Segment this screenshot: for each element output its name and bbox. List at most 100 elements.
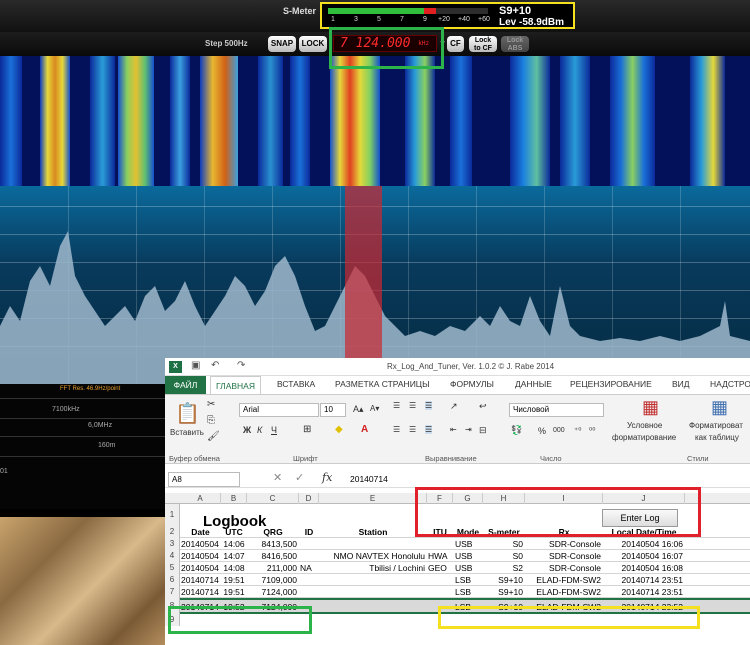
cell-date[interactable]: 20140504 xyxy=(181,562,221,574)
receive-bandwidth-marker[interactable] xyxy=(345,186,382,384)
borders-icon[interactable]: ⊞ xyxy=(303,424,311,435)
column-header[interactable]: I xyxy=(525,493,603,504)
header-cell[interactable]: Station xyxy=(319,526,427,538)
format-painter-icon[interactable]: 🖌 xyxy=(207,431,220,442)
cell-qrg[interactable]: 7109,000 xyxy=(247,574,297,586)
cell-mode[interactable]: LSB xyxy=(455,586,483,598)
lock-abs-button[interactable]: Lock ABS xyxy=(501,36,529,52)
cell-id[interactable] xyxy=(300,550,319,562)
row-header[interactable]: 8 xyxy=(165,598,180,614)
wrap-text-icon[interactable]: ↩ xyxy=(479,401,487,412)
tab-home[interactable]: ГЛАВНАЯ xyxy=(210,376,261,394)
align-bottom-icon[interactable]: ☰ xyxy=(425,401,433,410)
cell-smeter[interactable]: S9+10 xyxy=(483,601,523,613)
cell-mode[interactable]: LSB xyxy=(455,574,483,586)
row-header[interactable]: 3 xyxy=(165,538,180,550)
underline-button[interactable]: Ч xyxy=(271,425,277,435)
row-header[interactable]: 6 xyxy=(165,574,180,586)
lock-button[interactable]: LOCK xyxy=(299,36,327,52)
row-header[interactable]: 4 xyxy=(165,550,180,562)
column-header[interactable]: G xyxy=(453,493,483,504)
cut-icon[interactable]: ✂ xyxy=(207,399,215,410)
cell-utc[interactable]: 19:51 xyxy=(221,586,247,598)
header-cell[interactable]: UTC xyxy=(221,526,247,538)
orientation-icon[interactable]: ↗ xyxy=(450,401,458,412)
indent-decrease-icon[interactable]: ⇤ xyxy=(450,425,457,434)
paste-label[interactable]: Вставить xyxy=(170,428,204,437)
tab-page-layout[interactable]: РАЗМЕТКА СТРАНИЦЫ xyxy=(335,379,430,389)
enter-log-button[interactable]: Enter Log xyxy=(602,509,678,527)
cell-qrg[interactable]: 7124,000 xyxy=(247,601,297,613)
align-right-icon[interactable]: ☰ xyxy=(425,425,433,434)
cell-id[interactable] xyxy=(300,574,319,586)
number-format-select[interactable]: Числовой xyxy=(509,403,604,417)
lock-to-cf-button[interactable]: Lock to CF xyxy=(469,36,497,52)
cell-mode[interactable]: USB xyxy=(455,562,483,574)
cell-qrg[interactable]: 7124,000 xyxy=(247,586,297,598)
header-cell[interactable]: S-meter xyxy=(483,526,525,538)
cell-itu[interactable] xyxy=(428,538,453,550)
redo-icon[interactable]: ↷ xyxy=(237,360,245,371)
fill-color-icon[interactable]: ◆ xyxy=(335,424,343,435)
cell-smeter[interactable]: S9+10 xyxy=(483,574,523,586)
cell-itu[interactable]: HWA xyxy=(428,550,453,562)
cell-rx[interactable]: SDR-Console xyxy=(525,538,601,550)
header-cell[interactable]: Mode xyxy=(453,526,483,538)
cell-smeter[interactable]: S9+10 xyxy=(483,586,523,598)
tab-view[interactable]: ВИД xyxy=(672,379,690,389)
table-row[interactable]: 20140714 19:51 7109,000 LSB S9+10 ELAD-F… xyxy=(180,574,750,586)
tab-addins[interactable]: НАДСТРОЙ xyxy=(710,379,750,389)
cell-smeter[interactable]: S0 xyxy=(483,538,523,550)
header-cell[interactable]: Local Date/Time xyxy=(603,526,685,538)
row-header[interactable]: 5 xyxy=(165,562,180,574)
table-row[interactable]: 20140504 14:07 8416,500 NMO NAVTEX Honol… xyxy=(180,550,750,562)
cell-id[interactable] xyxy=(300,538,319,550)
cell-date[interactable]: 20140714 xyxy=(181,586,221,598)
undo-icon[interactable]: ↶ xyxy=(211,360,219,371)
cell-qrg[interactable]: 211,000 xyxy=(247,562,297,574)
percent-button[interactable]: % xyxy=(538,426,546,436)
cell-mode[interactable]: USB xyxy=(455,538,483,550)
header-cell[interactable]: Rx xyxy=(525,526,603,538)
cell-rx[interactable]: ELAD-FDM-SW2 xyxy=(525,586,601,598)
cell-date[interactable]: 20140714 xyxy=(181,601,221,613)
cell-itu[interactable] xyxy=(428,601,453,613)
decrease-decimal-icon[interactable]: ⁰⁰ xyxy=(589,426,595,435)
step-label[interactable]: Step 500Hz xyxy=(205,39,248,48)
formula-input[interactable]: 20140714 xyxy=(350,474,388,484)
copy-icon[interactable]: ⎘ xyxy=(207,415,215,426)
conditional-format-label-2[interactable]: форматирование xyxy=(612,433,676,442)
conditional-format-label-1[interactable]: Условное xyxy=(627,421,662,430)
cell-qrg[interactable]: 8413,500 xyxy=(247,538,297,550)
cell-utc[interactable]: 19:51 xyxy=(221,574,247,586)
header-cell[interactable]: QRG xyxy=(247,526,299,538)
cell-station[interactable] xyxy=(319,538,425,550)
indent-increase-icon[interactable]: ⇥ xyxy=(465,425,472,434)
column-header[interactable]: C xyxy=(247,493,299,504)
column-header[interactable]: J xyxy=(603,493,685,504)
align-top-icon[interactable]: ☰ xyxy=(393,401,400,410)
spectrum-display[interactable] xyxy=(0,186,750,384)
cell-itu[interactable]: GEO xyxy=(428,562,453,574)
row-header[interactable]: 2 xyxy=(165,526,180,538)
tab-insert[interactable]: ВСТАВКА xyxy=(277,379,315,389)
spreadsheet-grid[interactable]: A B C D E F G H I J 1 2 3 4 5 6 7 8 9 Lo… xyxy=(165,493,750,645)
cell-local-time[interactable]: 20140714 23:52 xyxy=(603,601,683,613)
column-header[interactable]: A xyxy=(180,493,221,504)
cell-id[interactable] xyxy=(300,586,319,598)
column-header[interactable]: H xyxy=(483,493,525,504)
tab-formulas[interactable]: ФОРМУЛЫ xyxy=(450,379,494,389)
cell-itu[interactable] xyxy=(428,586,453,598)
increase-font-icon[interactable]: A▴ xyxy=(353,404,364,415)
cell-itu[interactable] xyxy=(428,574,453,586)
cell-id[interactable]: NA xyxy=(300,562,319,574)
cell-utc[interactable]: 14:08 xyxy=(221,562,247,574)
cell-id[interactable] xyxy=(300,601,319,613)
decrease-font-icon[interactable]: A▾ xyxy=(370,404,379,413)
cell-date[interactable]: 20140714 xyxy=(181,574,221,586)
align-middle-icon[interactable]: ☰ xyxy=(409,401,416,410)
cell-qrg[interactable]: 8416,500 xyxy=(247,550,297,562)
cell-station[interactable] xyxy=(319,601,425,613)
tab-review[interactable]: РЕЦЕНЗИРОВАНИЕ xyxy=(570,379,652,389)
currency-icon[interactable]: 💱 xyxy=(511,425,522,436)
